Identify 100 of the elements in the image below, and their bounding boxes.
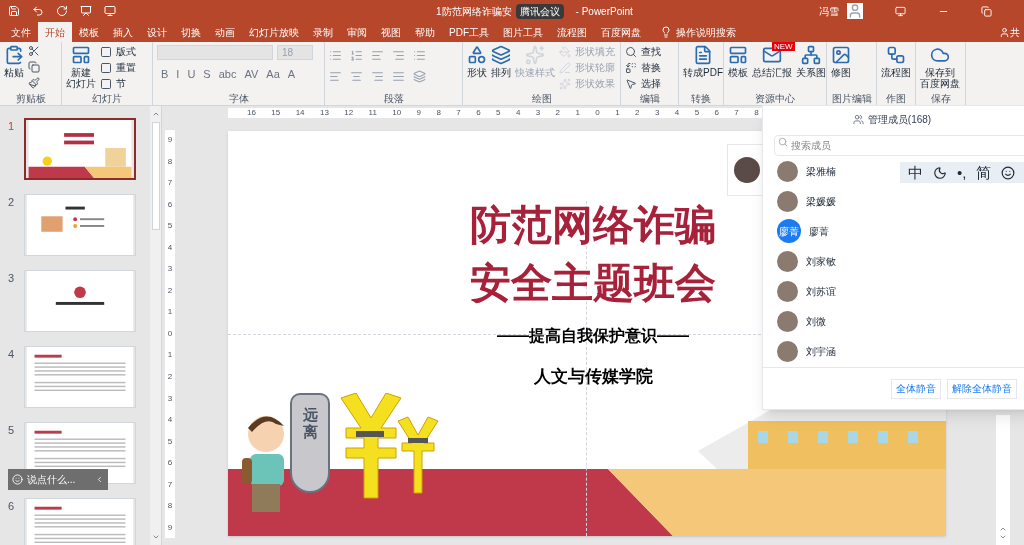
button-icon: [728, 45, 748, 65]
ribbon-tab[interactable]: 文件: [4, 22, 38, 42]
ribbon-tab[interactable]: 视图: [374, 22, 408, 42]
slide-thumbnail[interactable]: [24, 118, 136, 180]
ime-item[interactable]: 简: [976, 165, 992, 180]
member-name: 刘宇涵: [806, 344, 836, 359]
ribbon-large-button[interactable]: 流程图: [881, 45, 911, 78]
ribbon-tab[interactable]: 开始: [38, 22, 72, 42]
ruler-number: 1: [167, 308, 173, 317]
smiley-icon[interactable]: [1001, 165, 1016, 180]
ribbon-small-button[interactable]: 节: [100, 77, 136, 91]
ribbon-large-button[interactable]: 排列: [491, 45, 511, 78]
scrollbar[interactable]: [150, 106, 161, 545]
collapse-icon: [95, 475, 104, 484]
ribbon-large-button[interactable]: NEW 总结汇报: [752, 45, 792, 78]
share-button[interactable]: 共: [1010, 22, 1020, 42]
ribbon-tab[interactable]: 插入: [106, 22, 140, 42]
ribbon-tab[interactable]: 模板: [72, 22, 106, 42]
ruler-number: 9: [167, 523, 173, 532]
ruler-number: 4: [167, 243, 173, 252]
button-icon: [559, 46, 571, 58]
member-name: 梁雅楠: [806, 164, 836, 179]
ruler-number: 6: [714, 109, 719, 117]
avatar-placeholder: [777, 340, 798, 362]
ruler-number: 4: [167, 416, 173, 425]
ime-item[interactable]: •,: [957, 165, 967, 180]
ruler-number: 6: [167, 200, 173, 209]
comment-toast[interactable]: 说点什么...: [8, 469, 108, 490]
ruler-number: 3: [167, 265, 173, 274]
moon-icon[interactable]: [933, 165, 947, 180]
ribbon-display-icon[interactable]: [895, 5, 906, 17]
monitor-icon[interactable]: [104, 5, 116, 17]
ime-item[interactable]: 中: [908, 165, 923, 180]
scrollbar-thumb[interactable]: [151, 122, 160, 230]
restore-icon[interactable]: [981, 5, 992, 17]
ribbon-tab[interactable]: 设计: [140, 22, 174, 42]
mute-button[interactable]: 全体静音: [891, 378, 941, 399]
ribbon-large-button[interactable]: 转成PDF: [683, 45, 723, 78]
ribbon-small-button[interactable]: 版式: [100, 45, 136, 59]
ruler-number: 3: [167, 394, 173, 403]
ribbon-tab[interactable]: 切换: [174, 22, 208, 42]
ribbon-large-button[interactable]: 新建 幻灯片: [66, 45, 96, 89]
ribbon-tab[interactable]: 帮助: [408, 22, 442, 42]
ribbon-tab[interactable]: PDF工具: [442, 22, 496, 42]
ruler-number: 8: [167, 502, 173, 511]
ribbon-small-button[interactable]: 替换: [625, 61, 661, 75]
ribbon-large-button[interactable]: 保存到 百度网盘: [920, 45, 960, 89]
member-row[interactable]: 刘宇涵: [777, 336, 836, 366]
ribbon-tab[interactable]: 动画: [208, 22, 242, 42]
ribbon-tab[interactable]: 流程图: [550, 22, 594, 42]
ribbon-tab[interactable]: 图片工具: [496, 22, 550, 42]
paragraph-icon: [329, 70, 342, 83]
member-row[interactable]: 刘苏谊: [777, 276, 836, 306]
ribbon-large-button[interactable]: 修图: [831, 45, 851, 78]
ribbon-small-button[interactable]: 重置: [100, 61, 136, 75]
ribbon-tab[interactable]: 录制: [306, 22, 340, 42]
paragraph-icon: [329, 49, 342, 62]
format-button[interactable]: B: [161, 66, 169, 83]
ribbon-large-button[interactable]: 模板: [728, 45, 748, 78]
ribbon-small-button[interactable]: 查找: [625, 45, 661, 59]
format-button[interactable]: A: [287, 66, 296, 83]
ribbon-tab[interactable]: 百度网盘: [594, 22, 648, 42]
save-icon[interactable]: [8, 5, 20, 17]
member-row[interactable]: 廖菁 廖菁: [777, 216, 829, 246]
format-button[interactable]: AV: [244, 66, 259, 83]
member-name: 梁媛媛: [806, 194, 836, 209]
ribbon-large-button[interactable]: 关系图: [796, 45, 826, 78]
format-button[interactable]: abc: [218, 66, 237, 83]
font-name-field[interactable]: [157, 45, 273, 60]
undo-icon[interactable]: [32, 5, 44, 17]
member-row[interactable]: 梁雅楠: [777, 156, 836, 186]
member-row[interactable]: 梁媛媛: [777, 186, 836, 216]
paragraph-icon: [392, 49, 405, 62]
ribbon-large-button[interactable]: 形状: [467, 45, 487, 78]
ribbon-group-label: 保存: [929, 92, 952, 106]
member-row[interactable]: 刘家敏: [777, 246, 836, 276]
ruler-number: 1: [167, 351, 173, 360]
member-search-field[interactable]: 搜索成员: [774, 135, 1024, 156]
ruler-number: 5: [167, 437, 173, 446]
ruler-number: 4: [515, 109, 521, 117]
paragraph-icon: [350, 49, 363, 62]
ribbon-small-button[interactable]: 选择: [625, 77, 661, 91]
ribbon-tab[interactable]: 审阅: [340, 22, 374, 42]
presentation-icon[interactable]: [80, 5, 92, 17]
tell-me-search[interactable]: 操作说明搜索: [676, 22, 736, 42]
button-icon: [491, 45, 511, 65]
format-button[interactable]: Aa: [266, 66, 280, 83]
person-icon: [852, 113, 864, 125]
member-row[interactable]: 刘微: [777, 306, 826, 336]
format-button[interactable]: I: [176, 66, 180, 83]
avatar-icon[interactable]: [847, 3, 863, 19]
mute-button[interactable]: 解除全体静音: [947, 378, 1017, 399]
ribbon-large-button[interactable]: 粘贴: [4, 45, 24, 78]
format-button[interactable]: U: [187, 66, 196, 83]
cut-icon: [28, 45, 40, 57]
scrollbar[interactable]: [996, 415, 1010, 545]
redo-icon[interactable]: [56, 5, 68, 17]
format-button[interactable]: S: [203, 66, 211, 83]
ribbon-tab[interactable]: 幻灯片放映: [242, 22, 306, 42]
comment-placeholder: 说点什么...: [27, 473, 77, 487]
